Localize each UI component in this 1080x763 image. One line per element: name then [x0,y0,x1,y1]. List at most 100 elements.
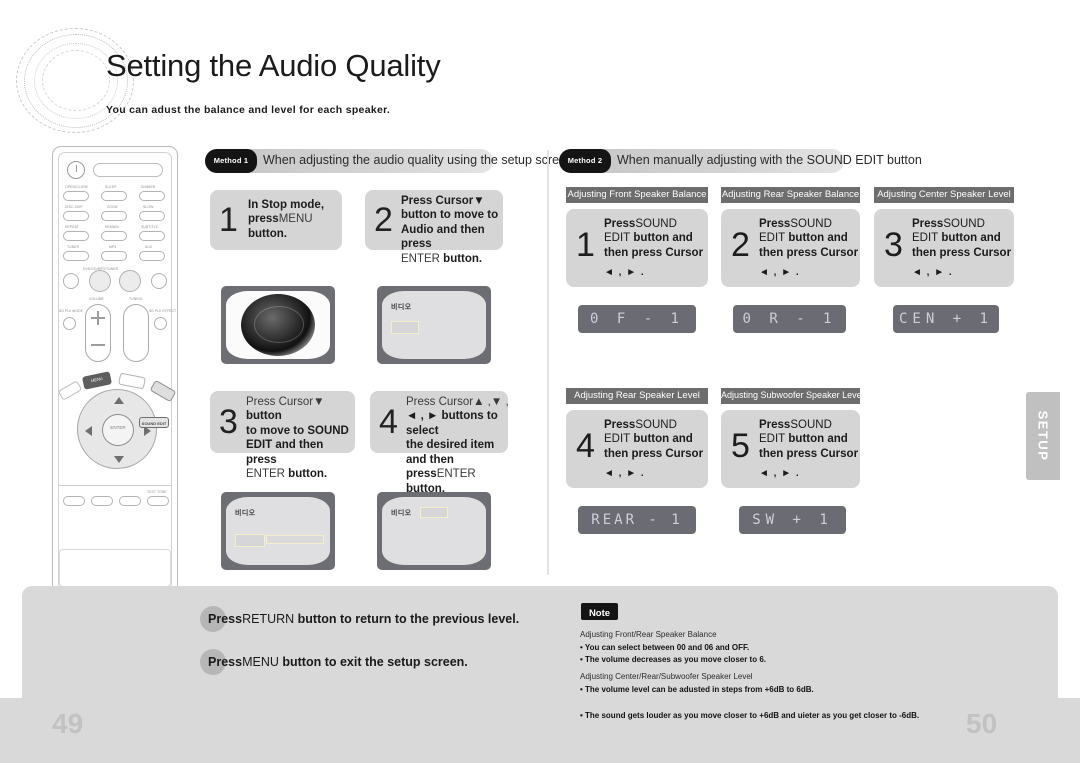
m2-1-l2b: button and [630,232,693,245]
step4-line2: ◄ , ► buttons to select [406,410,498,437]
remote-label-tuning: TUNING [129,297,143,301]
m2-1-l1a: Press [604,218,636,230]
lcd-display-2-text: 0 R - 1 [742,311,837,327]
step1-line2b: MENU [278,213,313,226]
remote-button-pl2-effect [154,317,167,330]
column-divider [547,150,549,575]
page-number-right: 50 [966,708,998,739]
m2-4-l2a: EDIT [604,433,631,446]
power-icon [67,161,85,179]
m2-text-3: PressSOUND EDIT button and then press Cu… [912,217,1012,260]
step4-line3: the desired item and then [406,439,495,466]
section-header-center-level-label: Adjusting Center Speaker Level [877,189,1011,200]
lcd-display-5-text: SW + 1 [752,512,833,528]
step2-line2: button to move to [401,209,499,222]
step3-line2: to move to SOUND [246,424,349,437]
remote-footer-panel [59,549,171,587]
remote-button-stop [89,270,111,292]
remote-label-disc-skip: DISC SKIP [65,205,83,209]
bottom-band: PressRETURN button to return to the prev… [22,586,1058,698]
step-number-2: 2 [374,201,393,239]
method-2-header: Method 2 When manually adjusting with th… [559,149,922,173]
speaker-image [241,294,315,356]
m2-cursor-3: ◄ , ► . [912,267,953,278]
remote-button-aux [139,251,165,261]
m2-1-l2a: EDIT [604,232,631,245]
remote-button-dimmer [139,191,165,201]
footer-bullet-1: PressRETURN button to return to the prev… [208,612,519,626]
section-header-front-balance: Adjusting Front Speaker Balance [566,187,708,203]
remote-button-next [151,273,167,289]
m2-number-2: 2 [731,226,750,264]
step4-line4a: press [406,468,437,481]
lcd-display-1: 0 F - 1 [578,305,696,333]
step-text-1: In Stop mode, pressMENU button. [248,198,340,241]
step2-line4b: button. [439,252,483,265]
m2-number-5: 5 [731,427,750,465]
tv-screen-3-label: 비디오 [235,510,256,517]
remote-label-repeat: REPEAT [65,225,79,229]
m2-3-l2b: button and [938,232,1001,245]
remote-label-aux: AUX [145,245,153,249]
step4-line1: Press Cursor▲ ,▼ , [406,396,509,408]
setup-side-tab[interactable]: SETUP [1026,392,1060,480]
m2-2-l3: then press Cursor [759,246,859,259]
step1-line2a: press [248,213,279,226]
section-header-rear-balance-label: Adjusting Rear Speaker Balance [721,189,860,200]
m2-text-1: PressSOUND EDIT button and then press Cu… [604,217,704,260]
m2-cursor-5: ◄ , ► . [759,468,800,479]
step-text-2: Press Cursor▼ button to move to Audio an… [401,194,503,266]
m2-3-l1a: Press [912,218,944,230]
remote-button-pl2-mode [63,317,76,330]
step3-line3: EDIT and then press [246,439,324,466]
step-card-1: 1 In Stop mode, pressMENU button. [210,190,342,250]
step-card-3: 3 Press Cursor▼ button to move to SOUND … [210,391,355,480]
section-header-rear-level: Adjusting Rear Speaker Level [566,388,708,404]
footer-strip: • The sound gets louder as you move clos… [0,698,1080,763]
footer-bullet-2-a: Press [208,655,243,669]
tv-screen-3: 비디오 [221,492,335,570]
m2-3-l3: then press Cursor [912,246,1012,259]
m2-4-l2b: button and [630,433,693,446]
note-group-1-item-1: • You can select between 00 and 06 and O… [580,643,750,652]
remote-label-subtitle: SUBTITLE [141,225,159,229]
m2-number-3: 3 [884,226,903,264]
remote-button-slow [139,211,165,221]
footer-bullet-1-a: Press [208,612,243,626]
remote-button-tuner [63,251,89,261]
m2-card-2: 2 PressSOUND EDIT button and then press … [721,209,860,287]
footer-bullet-1-c: button to return to the previous level. [294,612,520,626]
note-group-1-head: Adjusting Front/Rear Speaker Balance [580,630,717,639]
remote-lower-section: TEST TONE [59,485,171,541]
lcd-display-1-text: 0 F - 1 [589,311,684,327]
step-number-4: 4 [379,403,398,441]
remote-tuning-rocker [123,304,149,362]
m2-number-4: 4 [576,427,595,465]
cursor-left-icon [85,426,92,436]
m2-2-l1a: Press [759,218,791,230]
manual-page: Setting the Audio Quality You can adust … [0,0,1080,763]
remote-label-pl2-mode: SD PLII MODE [59,309,83,313]
remote-button-repeat [63,231,89,241]
remote-label-test-tone: TEST TONE [147,490,167,494]
m2-4-l1a: Press [604,419,636,431]
tv-screen-4-highlight [420,507,448,518]
remote-label-remain: REMAIN [105,225,119,229]
remote-label-slow: SLOW [143,205,154,209]
method-2-heading: When manually adjusting with the SOUND E… [617,153,922,167]
m2-cursor-2: ◄ , ► . [759,267,800,278]
method-2-tag: Method 2 [559,149,611,173]
remote-label-sleep: SLEEP [105,185,117,189]
remote-label-mp3: MP3 [109,245,117,249]
step-card-4: 4 Press Cursor▲ ,▼ , ◄ , ► buttons to se… [370,391,509,495]
m2-5-l2b: button and [785,433,848,446]
m2-card-3: 3 PressSOUND EDIT button and then press … [874,209,1014,287]
m2-text-5: PressSOUND EDIT button and then press Cu… [759,418,859,461]
m2-number-1: 1 [576,226,595,264]
remote-button-sleep [101,191,127,201]
step3-line1a: Press Cursor▼ [246,396,325,408]
method-1-tag-label: Method 1 [213,156,249,165]
setup-side-tab-label: SETUP [1035,410,1051,462]
remote-display [93,163,163,177]
step3-line4a: ENTER [246,468,285,481]
